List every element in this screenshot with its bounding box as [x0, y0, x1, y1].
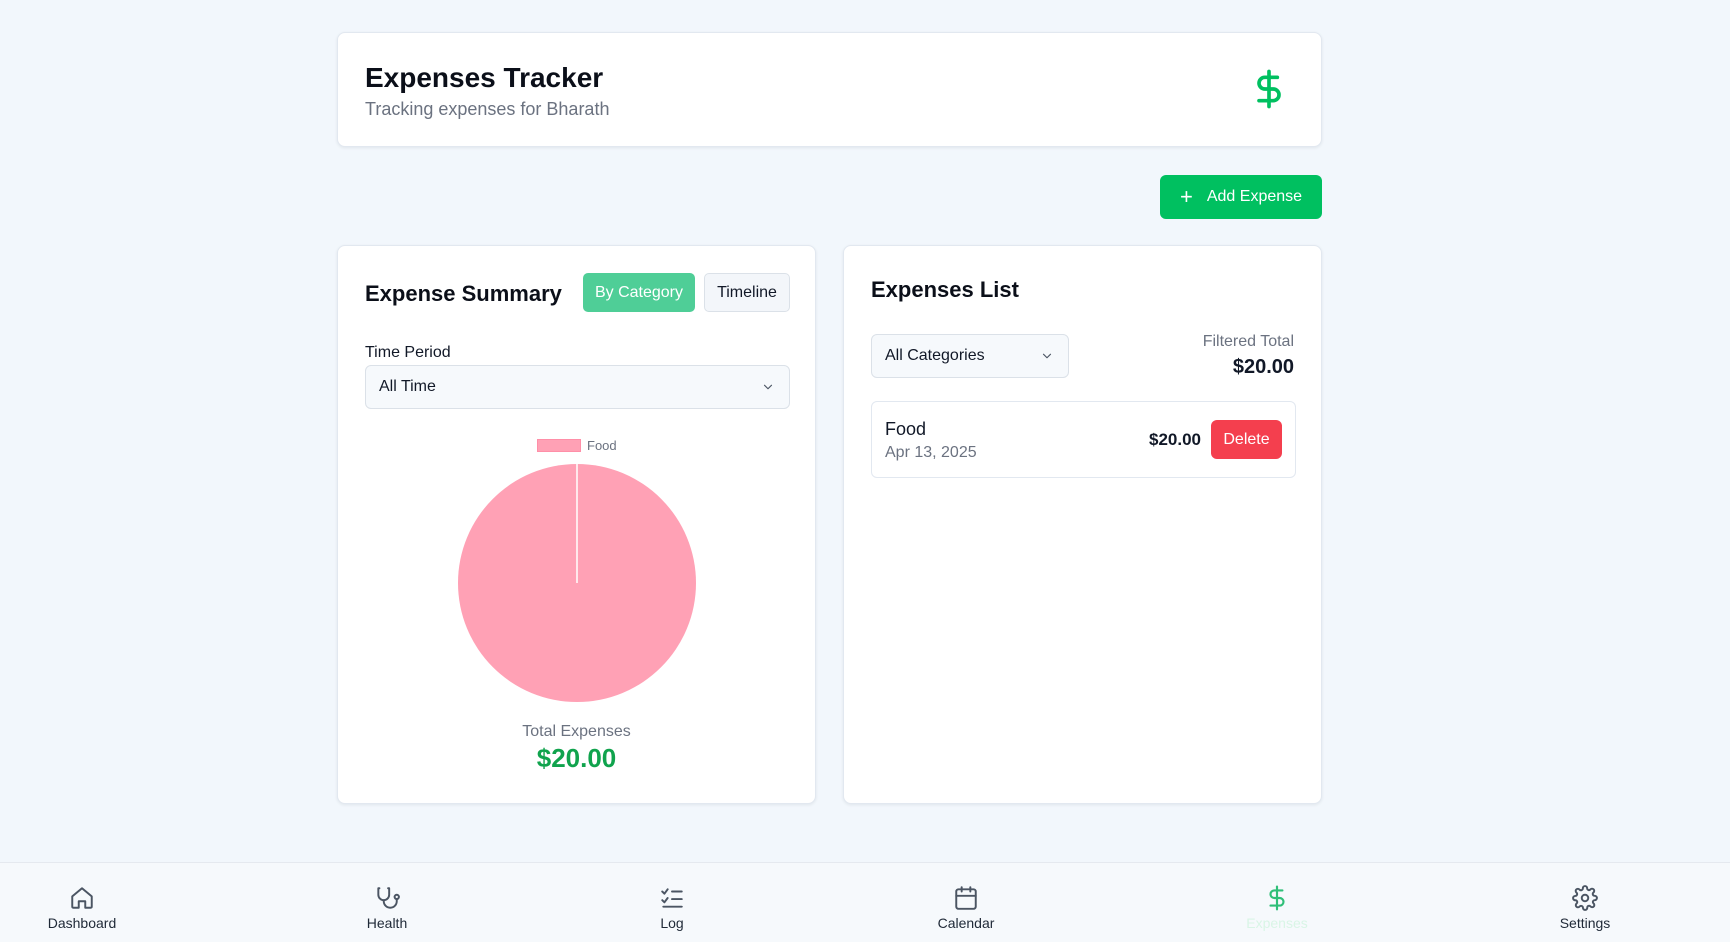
- expense-summary-card: Expense Summary By Category Timeline Tim…: [337, 245, 816, 804]
- nav-label: Log: [660, 915, 684, 931]
- nav-label: Dashboard: [47, 915, 117, 931]
- expense-amount: $20.00: [1149, 430, 1201, 449]
- gear-icon: [1572, 885, 1598, 911]
- filtered-total-label: Filtered Total: [1202, 333, 1294, 350]
- expenses-list-card: Expenses List All Categories Filtered To…: [843, 245, 1322, 804]
- nav-item-log[interactable]: Log: [612, 885, 732, 931]
- expense-item: Food Apr 13, 2025 $20.00 Delete: [871, 401, 1296, 478]
- header-card: Expenses Tracker Tracking expenses for B…: [337, 32, 1322, 147]
- time-period-value: All Time: [379, 378, 436, 395]
- nav-item-calendar[interactable]: Calendar: [906, 885, 1026, 931]
- time-period-select[interactable]: All Time: [365, 365, 790, 409]
- nav-label: Expenses: [1246, 915, 1308, 931]
- total-expenses-value: $20.00: [536, 743, 617, 773]
- nav-item-dashboard[interactable]: Dashboard: [22, 885, 142, 931]
- checklist-icon: [661, 888, 683, 908]
- legend-label-food: Food: [587, 438, 617, 453]
- add-expense-button[interactable]: + Add Expense: [1160, 175, 1322, 219]
- nav-label: Settings: [1559, 915, 1611, 931]
- filtered-total-value: $20.00: [1232, 356, 1294, 378]
- dollar-icon: [1257, 69, 1281, 109]
- bottom-nav: Dashboard Health Log Calendar Expenses S…: [0, 862, 1730, 942]
- page-subtitle: Tracking expenses for Bharath: [365, 99, 610, 119]
- pie-chart[interactable]: [457, 463, 697, 703]
- nav-item-settings[interactable]: Settings: [1525, 885, 1645, 931]
- tab-by-category[interactable]: By Category: [583, 273, 695, 312]
- time-period-label: Time Period: [365, 344, 451, 361]
- chart-legend[interactable]: Food: [537, 438, 617, 453]
- summary-title: Expense Summary: [365, 281, 562, 306]
- expense-date: Apr 13, 2025: [885, 444, 977, 461]
- nav-label: Health: [366, 915, 408, 931]
- category-filter-select[interactable]: All Categories: [871, 334, 1069, 378]
- total-expenses-label: Total Expenses: [522, 723, 631, 740]
- chevron-down-icon: [1042, 353, 1052, 359]
- delete-expense-button[interactable]: Delete: [1211, 420, 1282, 459]
- expense-category: Food: [885, 419, 927, 439]
- stethoscope-icon: [377, 887, 400, 909]
- calendar-icon: [955, 886, 977, 910]
- dollar-icon: [1269, 885, 1285, 911]
- category-filter-value: All Categories: [885, 347, 985, 364]
- page-title: Expenses Tracker: [365, 62, 604, 93]
- chevron-down-icon: [763, 384, 773, 390]
- expenses-list-title: Expenses List: [871, 277, 1019, 302]
- nav-label: Calendar: [937, 915, 995, 931]
- legend-swatch-food: [537, 439, 581, 452]
- plus-icon: +: [1180, 184, 1193, 209]
- home-icon: [71, 887, 93, 909]
- add-expense-label: Add Expense: [1206, 188, 1303, 205]
- nav-item-expenses[interactable]: Expenses: [1217, 885, 1337, 931]
- tab-timeline[interactable]: Timeline: [704, 273, 790, 312]
- nav-item-health[interactable]: Health: [327, 885, 447, 931]
